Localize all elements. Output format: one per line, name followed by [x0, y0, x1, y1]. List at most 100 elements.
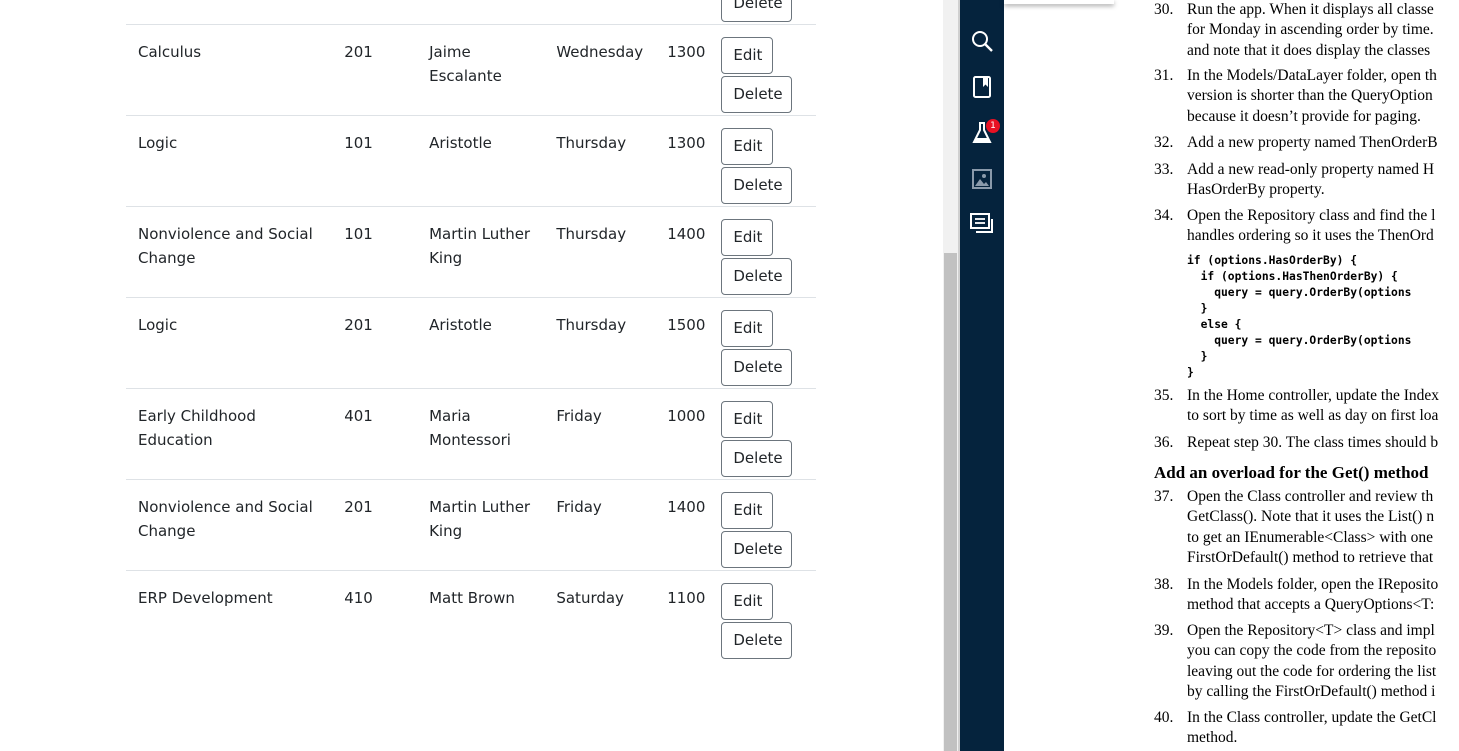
notification-badge: 1: [986, 119, 1000, 133]
step-line: for Monday in ascending order by time.: [1187, 21, 1434, 39]
step-line: to get an IEnumerable<Class> with one: [1187, 528, 1434, 546]
step-number: 39.: [1154, 622, 1174, 639]
step-line: and note that it does display the classe…: [1187, 41, 1431, 59]
table-row: Early Childhood Education 401 Maria Montes…: [126, 388, 816, 480]
actions-cell: EditDelete: [717, 570, 816, 661]
time-cell: 1400: [655, 206, 718, 298]
list-icon[interactable]: [968, 0, 996, 14]
class-number-cell: 201: [332, 297, 418, 389]
day-cell: [544, 0, 655, 25]
teacher-cell: Aristotle: [417, 297, 545, 389]
step-number: 34.: [1154, 207, 1174, 224]
step-line: by calling the FirstOrDefault() method i: [1187, 682, 1436, 700]
delete-button[interactable]: Delete: [721, 622, 793, 659]
table-row: EditDelete: [126, 0, 816, 25]
search-icon[interactable]: [968, 27, 996, 55]
comments-icon[interactable]: [968, 211, 996, 239]
teacher-cell: Martin Luther King: [417, 206, 545, 298]
step-number: 30.: [1154, 1, 1174, 18]
delete-button[interactable]: Delete: [721, 531, 793, 568]
edit-button[interactable]: Edit: [721, 401, 774, 438]
edit-button[interactable]: Edit: [721, 219, 774, 256]
step-number: 33.: [1154, 161, 1174, 178]
day-cell: Friday: [544, 388, 656, 480]
document-pane: 30. Run the app. When it displays all cla…: [1004, 0, 1459, 751]
time-cell: [655, 0, 717, 25]
class-name-cell: ERP Development: [126, 570, 333, 661]
day-cell: Saturday: [544, 570, 656, 661]
class-number-cell: 201: [332, 24, 418, 116]
step-number: 31.: [1154, 67, 1174, 84]
scrollbar-thumb[interactable]: [944, 253, 957, 751]
step-line: Run the app. When it displays all classe: [1187, 1, 1434, 18]
step-line: Repeat step 30. The class times should b: [1187, 434, 1439, 451]
delete-button[interactable]: Delete: [721, 76, 793, 113]
app-pane: EditDeleteCalculus201Jaime EscalanteWedn…: [0, 0, 943, 751]
class-name-cell: Calculus: [126, 24, 333, 116]
edit-button[interactable]: Edit: [721, 583, 774, 620]
classes-table: EditDeleteCalculus201Jaime EscalanteWedn…: [126, 0, 816, 661]
day-cell: Thursday: [544, 115, 656, 207]
code-block: if (options.HasOrderBy) { if (options.Ha…: [1187, 254, 1412, 379]
step-line: method that accepts a QueryOptions<T:: [1187, 596, 1435, 614]
time-cell: 1300: [655, 115, 718, 207]
day-cell: Thursday: [544, 206, 656, 298]
step-line: Open the Class controller and review th: [1187, 488, 1434, 505]
step-line: because it doesn’t provide for paging.: [1187, 107, 1421, 125]
table-row: Logic 201 Aristotle Thursday 1500 Edit Delete: [126, 297, 816, 389]
time-cell: 1300: [655, 24, 718, 116]
step-line: Open the Repository class and find the l: [1187, 207, 1436, 224]
time-cell: 1100: [655, 570, 718, 661]
step-line: FirstOrDefault() method to retrieve that: [1187, 548, 1434, 566]
actions-cell: EditDelete: [717, 388, 816, 480]
step-line: version is shorter than the QueryOption: [1187, 87, 1433, 105]
teacher-cell: Jaime Escalante: [417, 24, 545, 116]
table-row: Nonviolence and Social Change 201 Martin L…: [126, 479, 816, 571]
step-line: to sort by time as well as day on first …: [1187, 407, 1439, 425]
step-line: In the Models/DataLayer folder, open th: [1187, 67, 1437, 84]
step-line: leaving out the code for ordering the li…: [1187, 662, 1437, 680]
class-name-cell: Nonviolence and Social Change: [126, 206, 333, 298]
day-cell: Friday: [544, 479, 656, 571]
actions-cell: EditDelete: [717, 115, 816, 207]
time-cell: 1500: [655, 297, 718, 389]
edit-button[interactable]: Edit: [721, 128, 774, 165]
bookmark-icon[interactable]: [968, 73, 996, 101]
teacher-cell: [417, 0, 544, 25]
class-name-cell: [126, 0, 332, 25]
step-number: 37.: [1154, 488, 1174, 505]
class-number-cell: 401: [332, 388, 418, 480]
step-number: 36.: [1154, 434, 1174, 451]
table-row: Nonviolence and Social Change 101 Martin L…: [126, 206, 816, 298]
edit-button[interactable]: Edit: [721, 310, 774, 347]
step-line: you can copy the code from the reposito: [1187, 642, 1437, 660]
image-icon[interactable]: [968, 165, 996, 193]
step-line: method.: [1187, 729, 1238, 747]
edit-button[interactable]: Edit: [721, 492, 774, 529]
step-line: In the Class controller, update the GetC…: [1187, 709, 1437, 726]
actions-cell: EditDelete: [717, 206, 816, 298]
class-name-cell: Nonviolence and Social Change: [126, 479, 333, 571]
teacher-cell: Aristotle: [417, 115, 545, 207]
delete-button[interactable]: Delete: [721, 167, 793, 204]
class-number-cell: 101: [332, 115, 418, 207]
delete-button[interactable]: Delete: [721, 0, 793, 22]
delete-button[interactable]: Delete: [721, 440, 793, 477]
table-row: Calculus 201 Jaime Escalante Wednesday 1300 E…: [126, 24, 816, 116]
popup-edge: [1004, 0, 1114, 4]
step-line: Add a new read-only property named H: [1187, 161, 1435, 178]
day-cell: Thursday: [544, 297, 656, 389]
edit-button[interactable]: Edit: [721, 37, 774, 74]
delete-button[interactable]: Delete: [721, 349, 793, 386]
delete-button[interactable]: Delete: [721, 258, 793, 295]
teacher-cell: Martin Luther King: [417, 479, 545, 571]
class-name-cell: Logic: [126, 115, 333, 207]
step-number: 38.: [1154, 576, 1174, 593]
day-cell: Wednesday: [544, 24, 656, 116]
actions-cell: EditDelete: [717, 297, 816, 389]
step-line: GetClass(). Note that it uses the List()…: [1187, 508, 1435, 526]
step-line: Open the Repository<T> class and impl: [1187, 622, 1435, 639]
step-number: 35.: [1154, 387, 1174, 404]
class-number-cell: 410: [332, 570, 418, 661]
time-cell: 1400: [655, 479, 718, 571]
